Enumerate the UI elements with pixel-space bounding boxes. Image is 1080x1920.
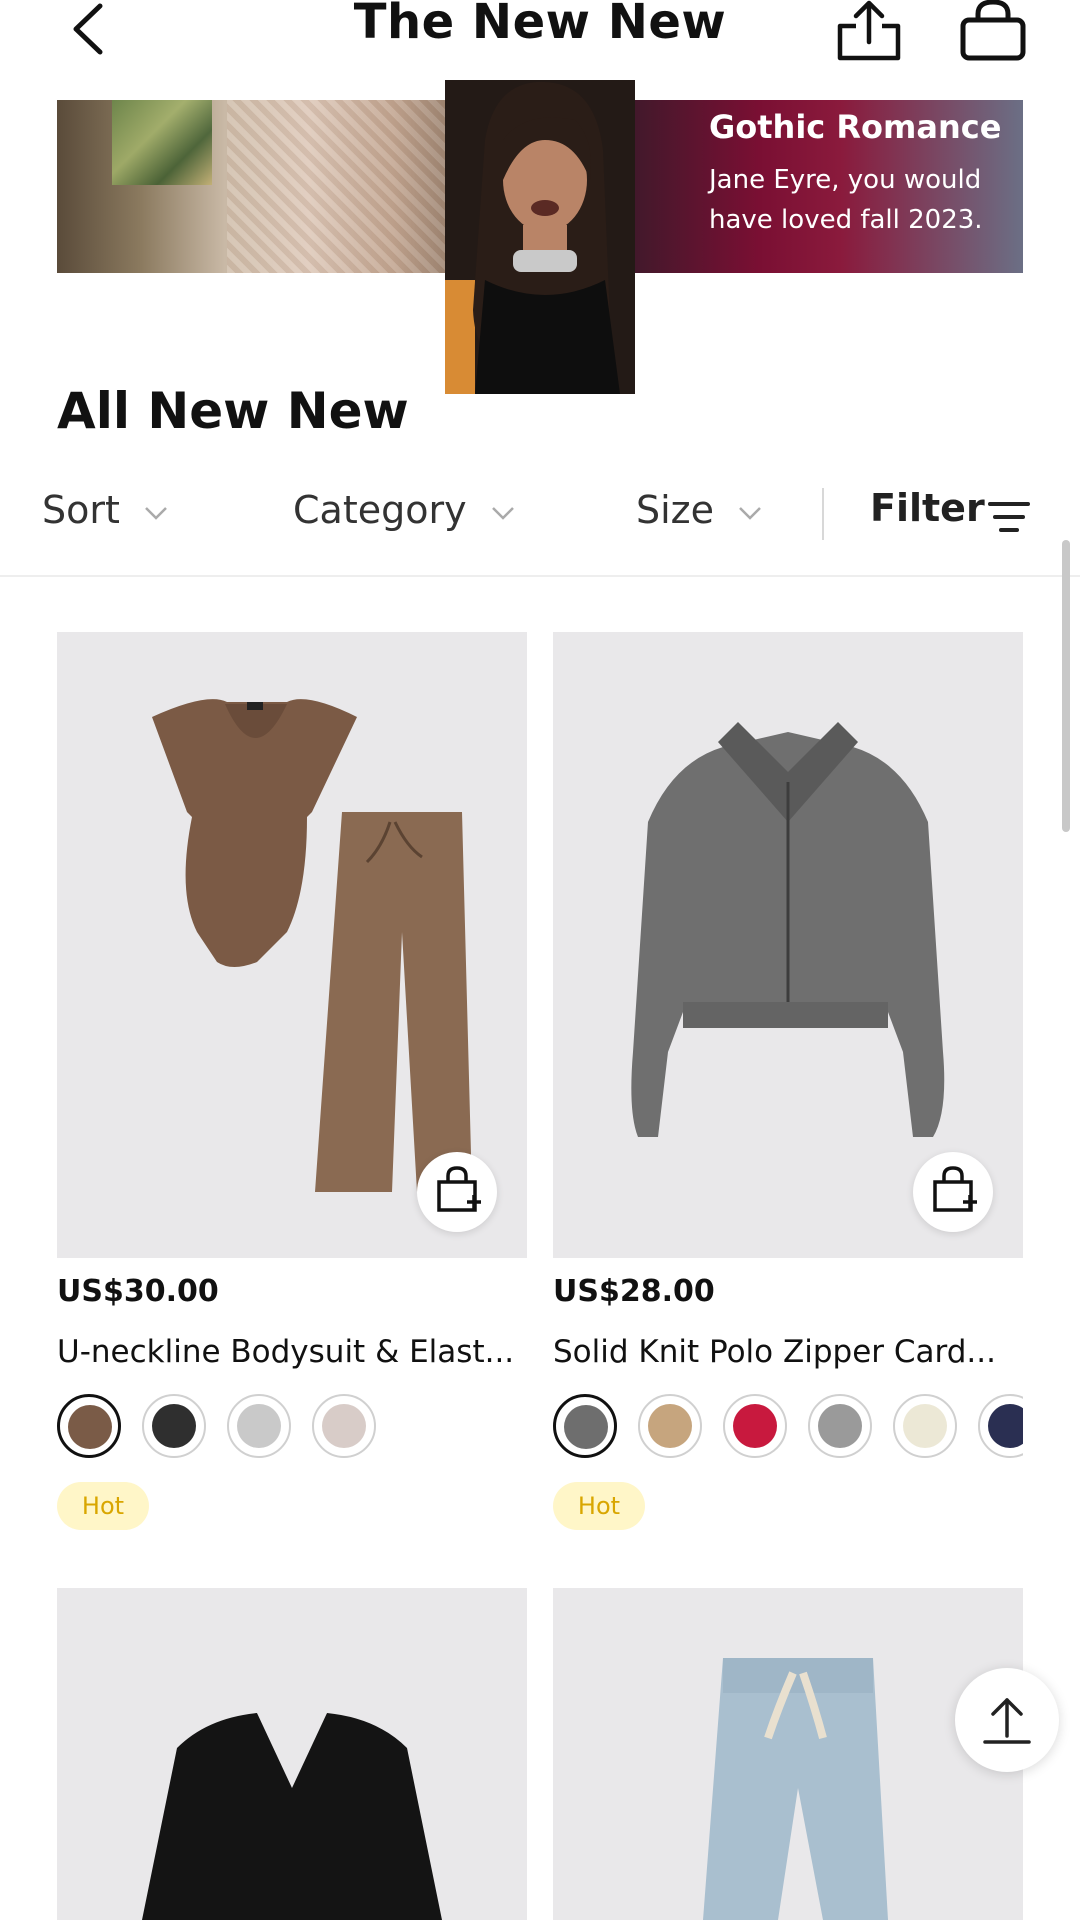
stained-glass-window xyxy=(112,100,212,185)
color-swatches xyxy=(57,1394,527,1466)
top-bar: The New New xyxy=(0,0,1080,70)
size-dropdown[interactable]: Size xyxy=(636,488,762,532)
section-title: All New New xyxy=(57,382,409,440)
category-dropdown[interactable]: Category xyxy=(293,488,515,532)
banner-promo-panel: Gothic Romance Jane Eyre, you would have… xyxy=(617,100,1023,273)
product-price: US$30.00 xyxy=(57,1274,219,1309)
page-title: The New New xyxy=(353,0,727,50)
color-swatch[interactable] xyxy=(312,1394,376,1458)
swatch-color xyxy=(733,1404,777,1448)
product-name[interactable]: Solid Knit Polo Zipper Card... xyxy=(553,1334,996,1370)
swatch-color xyxy=(648,1404,692,1448)
product-name[interactable]: U-neckline Bodysuit & Elast... xyxy=(57,1334,514,1370)
hot-badge: Hot xyxy=(553,1482,645,1530)
color-swatch[interactable] xyxy=(638,1394,702,1458)
color-swatch[interactable] xyxy=(808,1394,872,1458)
promo-subtitle: Jane Eyre, you would have loved fall 202… xyxy=(709,165,983,235)
shopping-bag-icon[interactable] xyxy=(958,0,1028,62)
filter-divider xyxy=(822,488,824,540)
filter-bar: Sort Category Size Filter xyxy=(0,470,1080,550)
sort-dropdown[interactable]: Sort xyxy=(42,488,168,532)
bag-plus-icon xyxy=(437,1166,481,1212)
color-swatch[interactable] xyxy=(142,1394,206,1458)
hot-badge: Hot xyxy=(57,1482,149,1530)
product-image[interactable] xyxy=(57,1588,527,1920)
chevron-down-icon xyxy=(491,506,514,520)
swatch-color xyxy=(903,1404,947,1448)
back-to-top-button[interactable] xyxy=(955,1668,1059,1772)
denim-pants-image xyxy=(703,1658,888,1920)
presenter-image xyxy=(445,80,635,394)
product-price: US$28.00 xyxy=(553,1274,715,1309)
swatch-color xyxy=(988,1404,1023,1448)
color-swatch[interactable] xyxy=(57,1394,121,1458)
swatch-color xyxy=(818,1404,862,1448)
color-swatch[interactable] xyxy=(723,1394,787,1458)
product-image[interactable] xyxy=(553,632,1023,1258)
product-image[interactable] xyxy=(57,632,527,1258)
swatch-color xyxy=(322,1404,366,1448)
filter-button[interactable]: Filter xyxy=(870,486,985,530)
chevron-down-icon xyxy=(145,506,167,520)
share-icon[interactable] xyxy=(836,0,902,62)
swatch-color xyxy=(564,1405,608,1449)
swatch-color xyxy=(68,1405,112,1449)
filter-lines-icon[interactable] xyxy=(988,500,1030,534)
black-top-image xyxy=(142,1713,442,1920)
color-swatch[interactable] xyxy=(893,1394,957,1458)
chevron-down-icon xyxy=(739,506,761,520)
bag-plus-icon xyxy=(933,1166,977,1212)
sort-label: Sort xyxy=(42,488,120,532)
size-label: Size xyxy=(636,488,715,532)
divider xyxy=(0,575,1080,577)
color-swatches xyxy=(553,1394,1023,1466)
product-image[interactable] xyxy=(553,1588,1023,1920)
swatch-color xyxy=(237,1404,281,1448)
add-to-cart-button[interactable] xyxy=(417,1152,497,1232)
color-swatch[interactable] xyxy=(553,1394,617,1458)
add-to-cart-button[interactable] xyxy=(913,1152,993,1232)
promo-title: Gothic Romance xyxy=(709,108,1002,146)
swatch-color xyxy=(152,1404,196,1448)
color-swatch[interactable] xyxy=(227,1394,291,1458)
scrollbar[interactable] xyxy=(1062,540,1070,832)
video-overlay xyxy=(445,80,635,394)
color-swatch[interactable] xyxy=(978,1394,1023,1458)
category-label: Category xyxy=(293,488,467,532)
arrow-up-icon xyxy=(983,1698,1031,1744)
